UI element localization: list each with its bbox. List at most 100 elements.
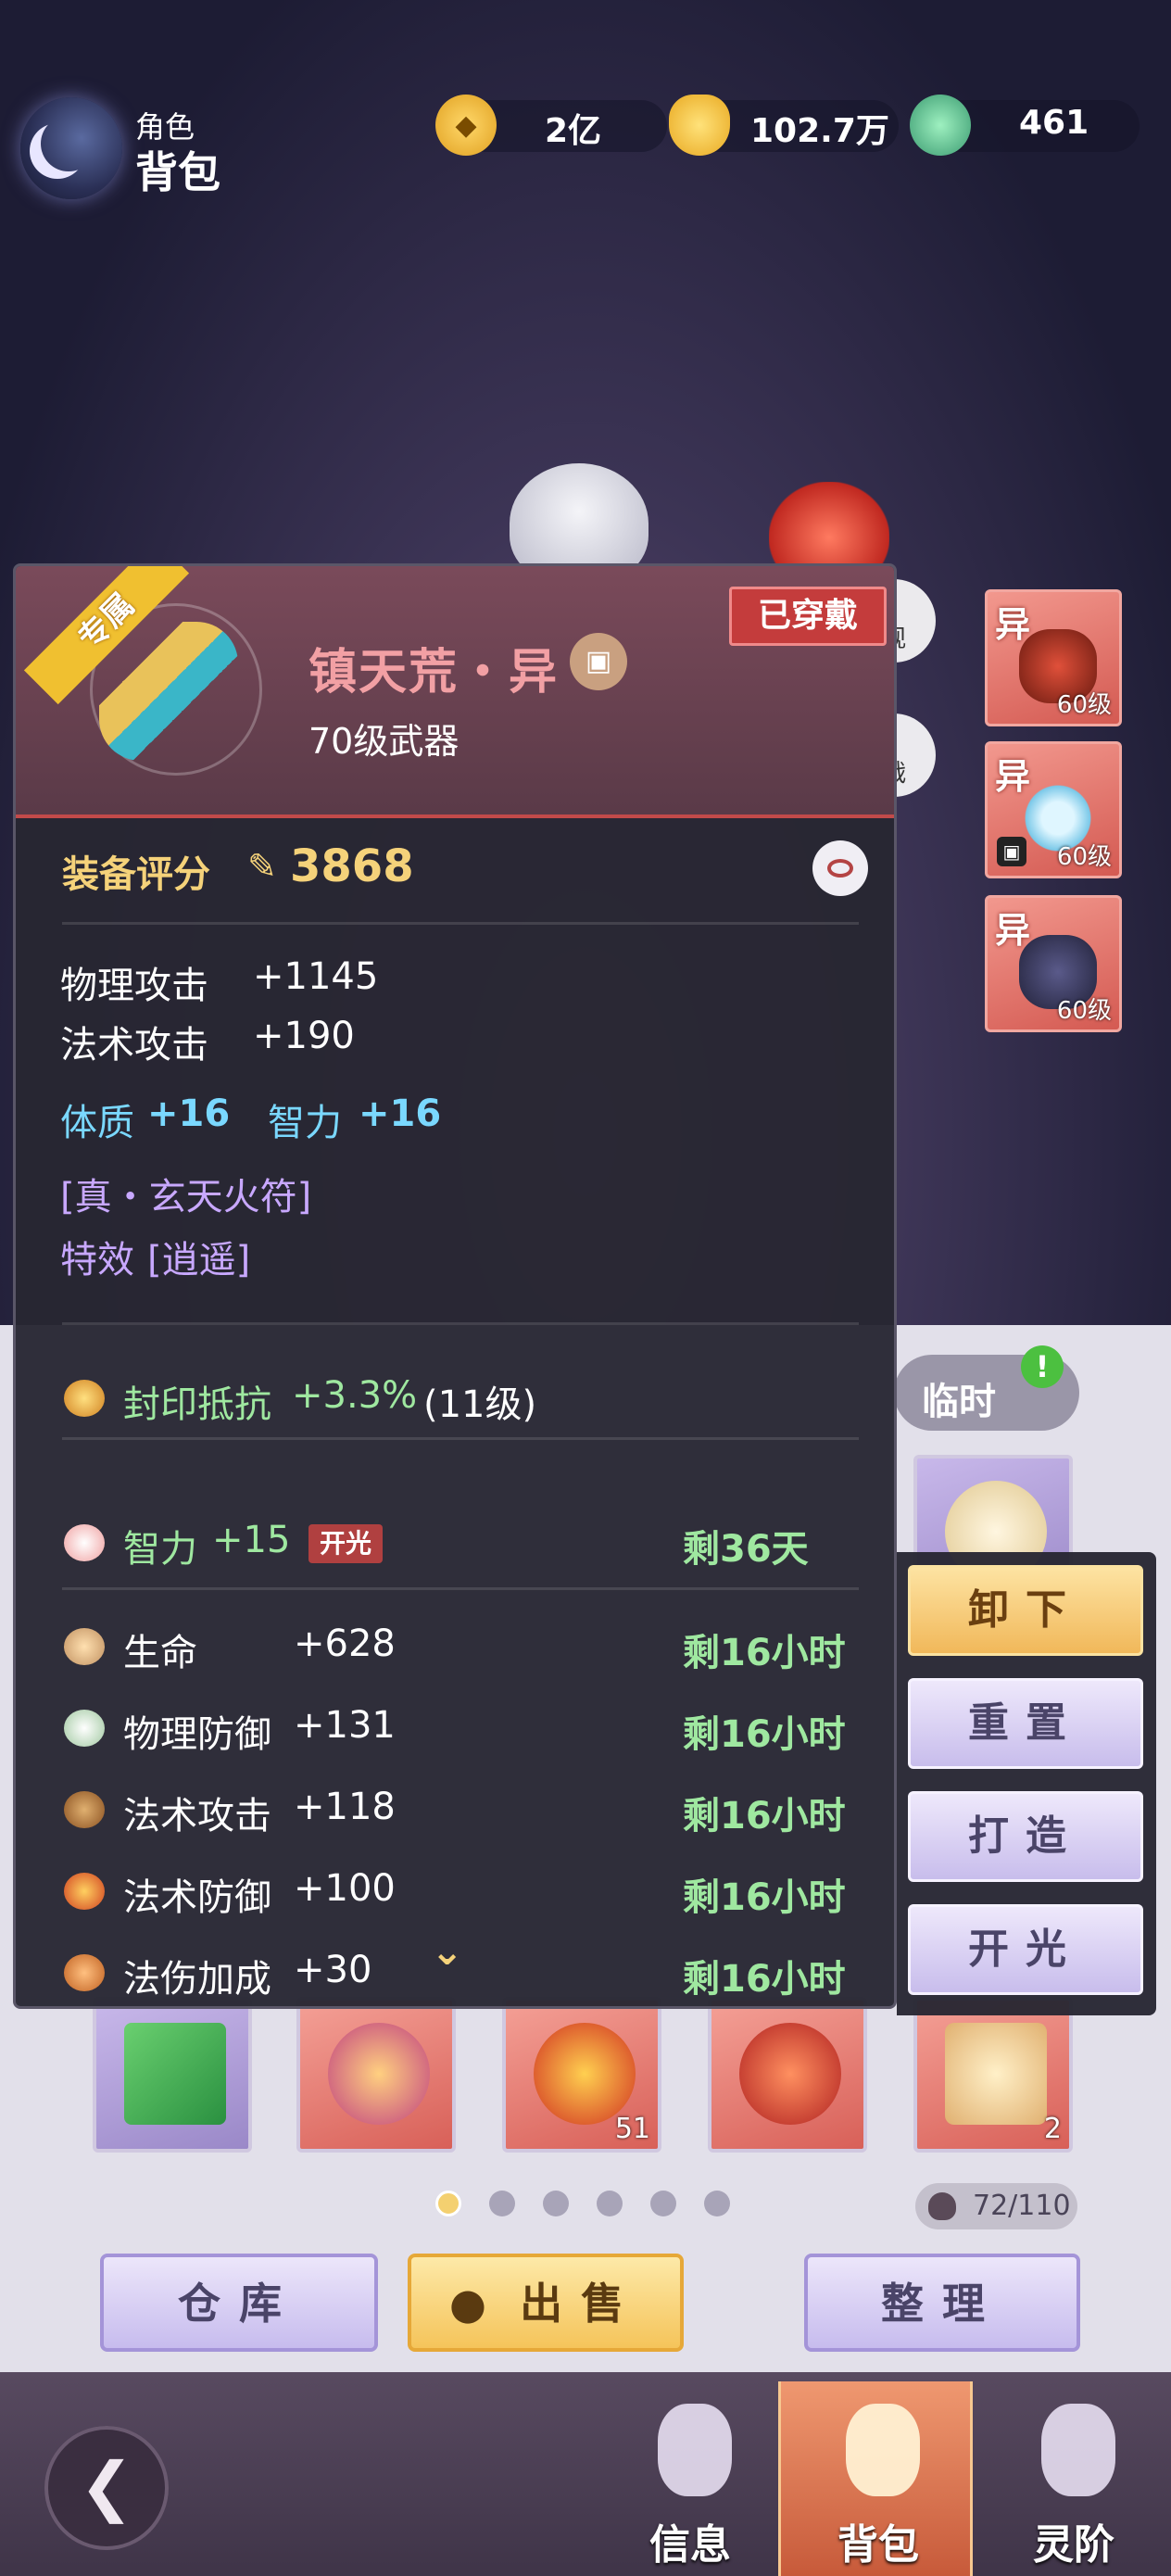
equip-level: 60级 <box>1056 691 1112 719</box>
sell-button[interactable]: ● 出售 <box>408 2254 684 2352</box>
reset-button[interactable]: 重置 <box>908 1678 1143 1769</box>
nav-info-label: 信息 <box>649 2521 731 2569</box>
storage-button[interactable]: 仓库 <box>100 2254 378 2352</box>
buff-value: +131 <box>294 1704 396 1747</box>
bell-icon <box>534 2023 636 2125</box>
back-arrow-icon[interactable]: ❮ <box>44 2426 169 2550</box>
buff-label: 法术攻击 <box>123 1795 271 1837</box>
exclusive-ribbon: 专属 <box>23 566 190 705</box>
attr-value: +16 <box>359 1092 442 1135</box>
buff-remaining: 剩16小时 <box>683 1713 846 1756</box>
clock-icon <box>64 1524 105 1561</box>
orb-icon <box>739 2023 841 2125</box>
attr-value: +16 <box>147 1092 231 1135</box>
buff-value: +100 <box>294 1867 396 1910</box>
page-dot-5[interactable] <box>650 2191 676 2216</box>
copper-coin-icon: ◆ <box>435 95 497 156</box>
stat-value: +1145 <box>253 955 379 998</box>
equip-tag: 异 <box>995 910 1031 951</box>
divider <box>62 1322 859 1325</box>
action-panel: 卸下 重置 打造 开光 <box>897 1552 1156 2015</box>
buff-label: 法术防御 <box>123 1876 271 1919</box>
page-dot-3[interactable] <box>543 2191 569 2216</box>
page-dot-1[interactable] <box>435 2191 461 2216</box>
lock-icon[interactable]: ▣ <box>570 633 627 690</box>
bag-slot[interactable] <box>296 1997 456 2153</box>
bag-icon <box>846 2404 920 2496</box>
buff-remaining: 剩16小时 <box>683 1958 846 2001</box>
buff-value: +118 <box>294 1786 396 1828</box>
enlighten-button[interactable]: 开光 <box>908 1904 1143 1995</box>
equip-level: 60级 <box>1056 997 1112 1025</box>
pie-icon <box>64 1954 105 1991</box>
jade-icon <box>910 95 971 156</box>
quill-icon: ✎ <box>247 846 277 887</box>
score-value: 3868 <box>290 840 414 892</box>
sort-label: 整理 <box>881 2279 1003 2329</box>
equip-slot-boots[interactable]: 异 60级 <box>985 895 1122 1032</box>
enlighten-label: 开光 <box>968 1926 1083 1973</box>
gold-ingot-icon <box>669 95 730 156</box>
tab-temporary-label: 临时 <box>922 1381 996 1423</box>
equip-slot-helmet[interactable]: 异 60级 <box>985 589 1122 726</box>
stat-value: +190 <box>253 1015 355 1057</box>
currency-copper-value: 2亿 <box>545 112 602 150</box>
stat-label: 法术攻击 <box>60 1024 208 1067</box>
card-icon <box>124 2023 226 2125</box>
rice-bowl-icon <box>64 1710 105 1747</box>
currency-gold-value: 102.7万 <box>750 112 889 150</box>
equipped-badge: 已穿戴 <box>729 587 887 646</box>
buff-remaining: 剩16小时 <box>683 1795 846 1837</box>
currency-jade-value: 461 <box>1019 104 1089 142</box>
flame-icon <box>1041 2404 1115 2496</box>
gem-level: (11级) <box>423 1383 537 1426</box>
crystal-icon <box>328 2023 430 2125</box>
enchant-remaining: 剩36天 <box>683 1528 809 1571</box>
section-title: 背包 <box>135 147 220 197</box>
equip-tag: 异 <box>995 756 1031 797</box>
gem-value: +3.3% <box>292 1374 418 1417</box>
buff-value: +628 <box>294 1623 396 1665</box>
tooltip-header: 专属 镇天荒・异 ▣ 70级武器 已穿戴 <box>16 566 894 818</box>
effect-value: [逍遥] <box>147 1239 251 1282</box>
nav-spirit-label: 灵阶 <box>1033 2521 1114 2569</box>
buff-label: 法伤加成 <box>123 1958 271 2001</box>
equip-slot-bracelet[interactable]: 异 ▣ 60级 <box>985 741 1122 878</box>
item-tooltip: 专属 镇天荒・异 ▣ 70级武器 已穿戴 装备评分 ✎ 3868 物理攻击 +1… <box>13 563 897 2009</box>
buff-remaining: 剩16小时 <box>683 1632 846 1674</box>
nav-info[interactable]: 信息 <box>593 2381 787 2576</box>
red-lotus-ornament <box>769 482 889 575</box>
divider <box>62 1437 859 1440</box>
dumpling-icon <box>64 1628 105 1665</box>
bag-slot[interactable] <box>93 1997 252 2153</box>
enchant-label: 智力 <box>123 1528 197 1571</box>
page-dot-4[interactable] <box>597 2191 623 2216</box>
bag-slot[interactable]: 51 <box>502 1997 661 2153</box>
reset-label: 重置 <box>968 1699 1083 1747</box>
bag-slot[interactable]: 2 <box>913 1997 1073 2153</box>
page-dot-2[interactable] <box>489 2191 515 2216</box>
unequip-button[interactable]: 卸下 <box>908 1565 1143 1656</box>
noodle-bowl-icon <box>64 1873 105 1910</box>
gem-icon <box>64 1380 105 1417</box>
attr-label: 体质 <box>60 1102 134 1144</box>
expand-chevron-icon[interactable]: ⌄ <box>431 1928 463 1974</box>
enchant-badge: 开光 <box>308 1524 383 1563</box>
page-dot-6[interactable] <box>704 2191 730 2216</box>
fist-icon <box>658 2404 732 2496</box>
buff-remaining: 剩16小时 <box>683 1876 846 1919</box>
bag-slot[interactable] <box>708 1997 867 2153</box>
storage-label: 仓库 <box>178 2279 300 2329</box>
sell-label: 出售 <box>520 2279 643 2329</box>
forge-button[interactable]: 打造 <box>908 1791 1143 1882</box>
rune-text: [真・玄天火符] <box>60 1176 312 1219</box>
nav-bag[interactable]: 背包 <box>778 2381 973 2576</box>
bag-capacity-value: 72/110 <box>973 2190 1071 2222</box>
sort-button[interactable]: 整理 <box>804 2254 1080 2352</box>
eye-icon[interactable] <box>812 840 868 896</box>
equip-level: 60级 <box>1056 843 1112 871</box>
effect-label: 特效 <box>60 1239 134 1282</box>
item-name: 镇天荒・异 <box>308 645 560 701</box>
nav-spirit[interactable]: 灵阶 <box>976 2381 1171 2576</box>
equip-tag: 异 <box>995 604 1031 645</box>
